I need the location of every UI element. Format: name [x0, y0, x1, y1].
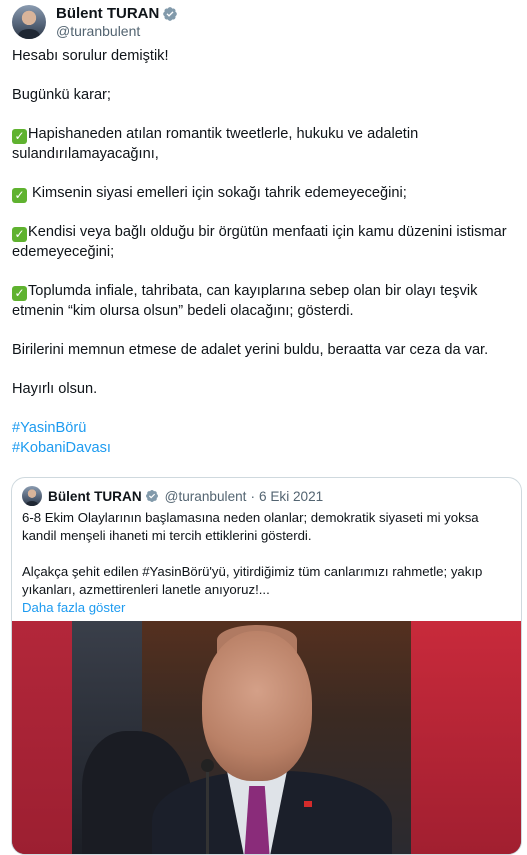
verified-badge-icon: [163, 6, 178, 21]
separator-dot: ·: [250, 488, 255, 504]
author-display-name[interactable]: Bülent TURAN: [56, 5, 159, 23]
author-avatar[interactable]: [12, 5, 46, 39]
check-mark-icon: ✓: [12, 286, 27, 301]
check-mark-icon: ✓: [12, 227, 27, 242]
tweet-line: ✓ Kimsenin siyasi emelleri için sokağı t…: [12, 183, 517, 203]
author-names: Bülent TURAN @turanbulent: [56, 5, 178, 40]
check-mark-icon: ✓: [12, 129, 27, 144]
microphone-icon: [206, 766, 209, 854]
show-more-link[interactable]: Daha fazla göster: [22, 599, 512, 617]
video-background: [12, 621, 72, 854]
quoted-tweet[interactable]: Bülent TURAN @turanbulent · 6 Eki 2021 6…: [11, 477, 522, 855]
tweet-line: Hesabı sorulur demiştik!: [12, 48, 169, 64]
verified-badge-icon: [145, 490, 158, 502]
author-handle[interactable]: @turanbulent: [56, 23, 178, 40]
tweet-line: ✓ Hapishaneden atılan romantik tweetlerle…: [12, 124, 517, 164]
check-mark-icon: ✓: [12, 188, 27, 203]
quoted-tweet-header: Bülent TURAN @turanbulent · 6 Eki 2021: [22, 486, 323, 506]
tweet-line-text: Toplumda infiale, tahribata, can kayıpla…: [12, 283, 478, 319]
video-background: [411, 621, 521, 854]
quoted-tweet-body: 6-8 Ekim Olaylarının başlamasına neden o…: [22, 509, 512, 617]
quoted-author-handle: @turanbulent: [164, 488, 247, 504]
tweet-line: Hayırlı olsun.: [12, 381, 98, 397]
tweet-line: ✓ Kendisi veya bağlı olduğu bir örgütün m…: [12, 222, 517, 262]
quoted-tweet-paragraph: Alçakça şehit edilen #YasinBörü'yü, yiti…: [22, 564, 483, 597]
tweet-line: Bugünkü karar;: [12, 87, 111, 103]
quoted-author-display-name: Bülent TURAN: [48, 488, 142, 504]
tweet-line-text: Kendisi veya bağlı olduğu bir örgütün me…: [12, 224, 507, 260]
hashtag-link[interactable]: #KobaniDavası: [12, 438, 517, 458]
quoted-tweet-date[interactable]: 6 Eki 2021: [259, 489, 323, 504]
flag-pin-icon: [304, 801, 312, 807]
video-figure: [202, 631, 312, 781]
tweet-line: Birilerini memnun etmese de adalet yerin…: [12, 342, 489, 358]
tweet-body: Hesabı sorulur demiştik! Bugünkü karar; …: [12, 46, 517, 458]
tweet-line-text: Hapishaneden atılan romantik tweetlerle,…: [12, 126, 419, 162]
tweet-line: ✓ Toplumda infiale, tahribata, can kayıpl…: [12, 281, 517, 321]
tweet-header: Bülent TURAN @turanbulent: [12, 4, 178, 40]
tweet-line-text: Kimsenin siyasi emelleri için sokağı tah…: [28, 185, 407, 201]
quoted-tweet-paragraph: 6-8 Ekim Olaylarının başlamasına neden o…: [22, 510, 479, 543]
quoted-tweet-video[interactable]: [12, 621, 521, 854]
microphone-icon: [201, 759, 214, 772]
hashtag-link[interactable]: #YasinBörü: [12, 418, 517, 438]
author-name-row: Bülent TURAN: [56, 5, 178, 23]
quoted-author-avatar: [22, 486, 42, 506]
